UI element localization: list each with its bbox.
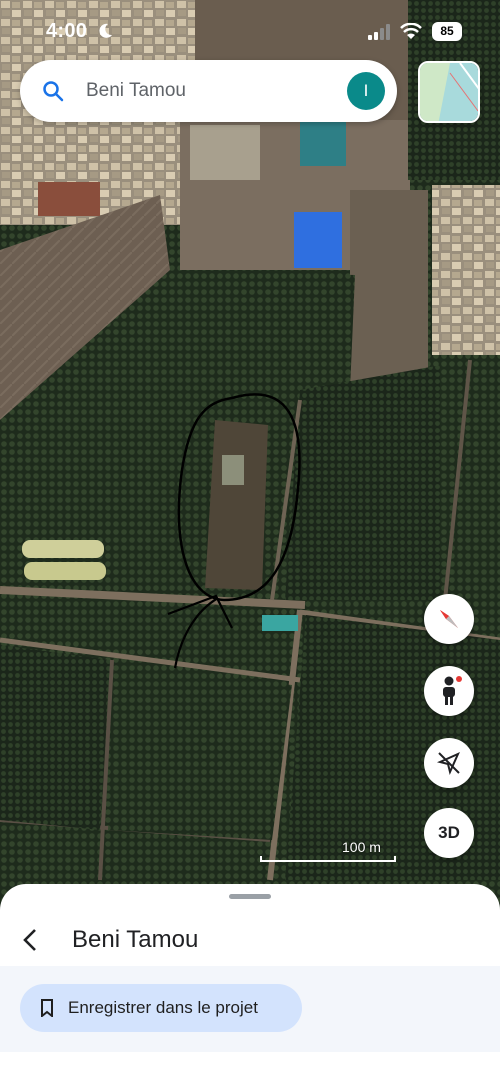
3d-button[interactable]: 3D <box>424 808 474 858</box>
status-time: 4:00 <box>46 20 88 42</box>
place-title: Beni Tamou <box>72 926 199 953</box>
wifi-icon <box>400 23 422 39</box>
moon-icon <box>99 23 112 38</box>
status-bar: 4:00 85 <box>0 0 500 60</box>
chevron-left-icon <box>23 929 36 951</box>
bookmark-icon <box>41 999 53 1017</box>
save-to-project-button[interactable]: Enregistrer dans le projet <box>20 984 302 1032</box>
street-view-icon <box>443 676 462 705</box>
compass-icon <box>440 610 458 628</box>
avatar[interactable]: I <box>347 72 385 110</box>
place-bottom-sheet[interactable]: Beni Tamou Enregistrer dans le projet <box>0 884 500 1082</box>
back-button[interactable] <box>12 922 48 958</box>
map-layers-button[interactable] <box>418 61 480 123</box>
map-layer-thumbnail-icon <box>420 63 478 121</box>
scale-bar <box>260 856 396 862</box>
street-view-button[interactable] <box>424 666 474 716</box>
scale-label: 100 m <box>342 839 381 855</box>
sheet-drag-handle[interactable] <box>229 894 271 899</box>
map-scale: 100 m <box>258 838 398 864</box>
search-bar[interactable]: I <box>20 60 397 122</box>
search-input[interactable] <box>86 77 326 105</box>
location-toggle-button[interactable] <box>424 738 474 788</box>
location-off-icon <box>436 752 460 776</box>
compass-button[interactable] <box>424 594 474 644</box>
cellular-signal-icon <box>368 24 390 40</box>
save-to-project-label: Enregistrer dans le projet <box>68 998 258 1017</box>
battery-indicator: 85 <box>432 22 462 41</box>
search-icon <box>43 81 64 102</box>
